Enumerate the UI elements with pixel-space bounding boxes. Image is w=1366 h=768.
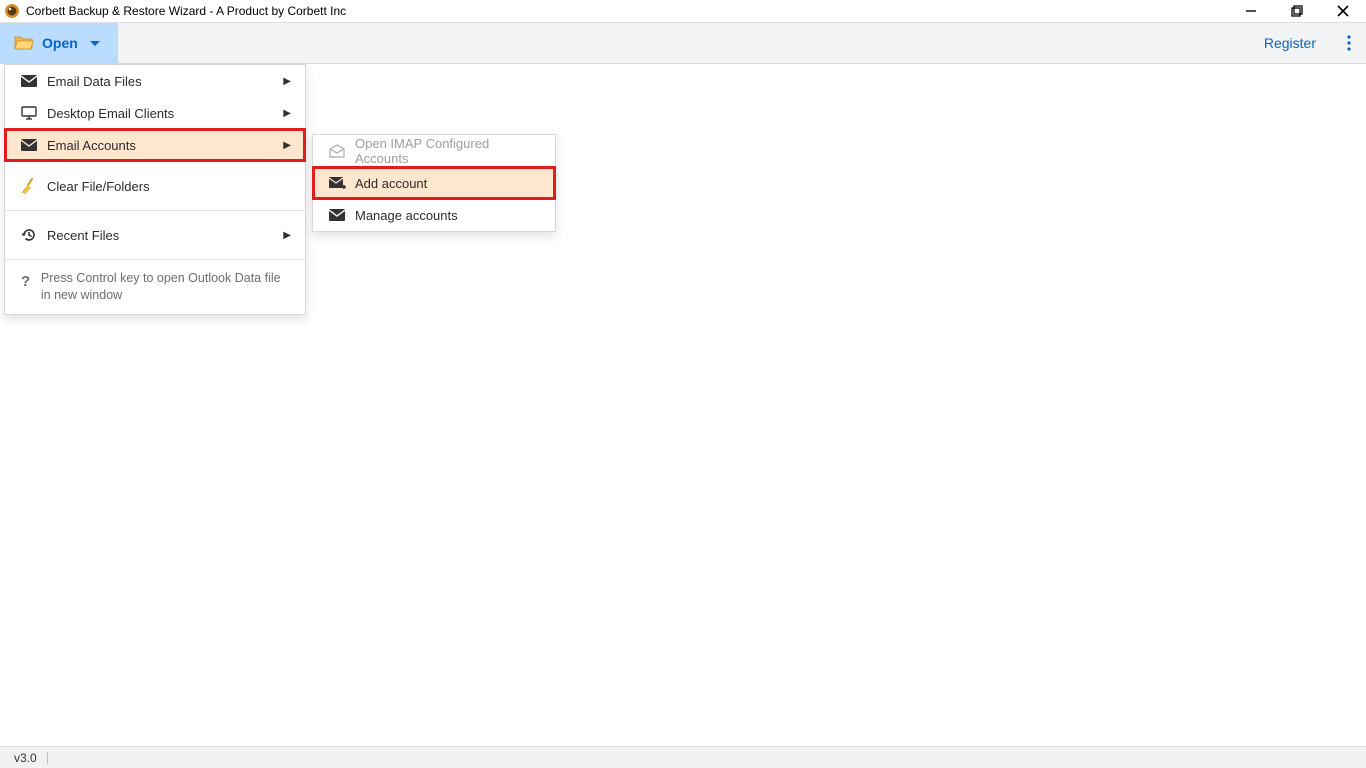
- menu-item-email-accounts[interactable]: Email Accounts ▶: [5, 129, 305, 161]
- version-label: v3.0: [14, 751, 37, 765]
- window-title: Corbett Backup & Restore Wizard - A Prod…: [26, 4, 346, 18]
- toolbar: Open Register: [0, 22, 1366, 64]
- submenu-item-label: Open IMAP Configured Accounts: [355, 136, 541, 166]
- mail-icon: [21, 75, 47, 87]
- chevron-right-icon: ▶: [283, 230, 291, 241]
- history-icon: [21, 227, 47, 243]
- more-options-button[interactable]: [1332, 23, 1366, 63]
- submenu-item-open-imap-configured: Open IMAP Configured Accounts: [313, 135, 555, 167]
- submenu-item-manage-accounts[interactable]: Manage accounts: [313, 199, 555, 231]
- menu-item-email-data-files[interactable]: Email Data Files ▶: [5, 65, 305, 97]
- statusbar-separator: [47, 752, 48, 764]
- chevron-right-icon: ▶: [283, 140, 291, 151]
- chevron-right-icon: ▶: [283, 76, 291, 87]
- mail-icon: [21, 139, 47, 151]
- menu-item-label: Recent Files: [47, 228, 283, 243]
- submenu-item-label: Add account: [355, 176, 541, 191]
- chevron-right-icon: ▶: [283, 108, 291, 119]
- titlebar: Corbett Backup & Restore Wizard - A Prod…: [0, 0, 1366, 22]
- menu-item-label: Desktop Email Clients: [47, 106, 283, 121]
- menu-item-label: Clear File/Folders: [47, 179, 291, 194]
- open-button[interactable]: Open: [0, 23, 118, 63]
- register-link-label: Register: [1264, 35, 1316, 51]
- mail-open-icon: [329, 144, 355, 158]
- open-menu: Email Data Files ▶ Desktop Email Clients…: [4, 64, 306, 315]
- menu-item-label: Email Accounts: [47, 138, 283, 153]
- menu-item-recent-files[interactable]: Recent Files ▶: [5, 211, 305, 259]
- register-link[interactable]: Register: [1248, 23, 1332, 63]
- mail-add-icon: [329, 177, 355, 190]
- more-vertical-icon: [1347, 35, 1351, 51]
- email-accounts-submenu: Open IMAP Configured Accounts Add accoun…: [312, 134, 556, 232]
- menu-help-item: ? Press Control key to open Outlook Data…: [5, 260, 305, 314]
- menu-item-label: Email Data Files: [47, 74, 283, 89]
- workspace: Email Data Files ▶ Desktop Email Clients…: [0, 64, 1366, 746]
- menu-item-clear-file-folders[interactable]: Clear File/Folders: [5, 162, 305, 210]
- mail-icon: [329, 209, 355, 221]
- menu-help-text: Press Control key to open Outlook Data f…: [41, 270, 289, 304]
- monitor-icon: [21, 106, 47, 120]
- submenu-item-label: Manage accounts: [355, 208, 541, 223]
- submenu-item-add-account[interactable]: Add account: [313, 167, 555, 199]
- chevron-down-icon: [90, 41, 100, 46]
- window-close-button[interactable]: [1320, 0, 1366, 22]
- question-icon: ?: [21, 270, 41, 292]
- folder-open-icon: [14, 34, 34, 53]
- menu-item-desktop-email-clients[interactable]: Desktop Email Clients ▶: [5, 97, 305, 129]
- broom-icon: [21, 178, 47, 194]
- open-button-label: Open: [42, 35, 78, 51]
- window-minimize-button[interactable]: [1228, 0, 1274, 22]
- app-icon: [4, 3, 20, 19]
- window-maximize-button[interactable]: [1274, 0, 1320, 22]
- statusbar: v3.0: [0, 746, 1366, 768]
